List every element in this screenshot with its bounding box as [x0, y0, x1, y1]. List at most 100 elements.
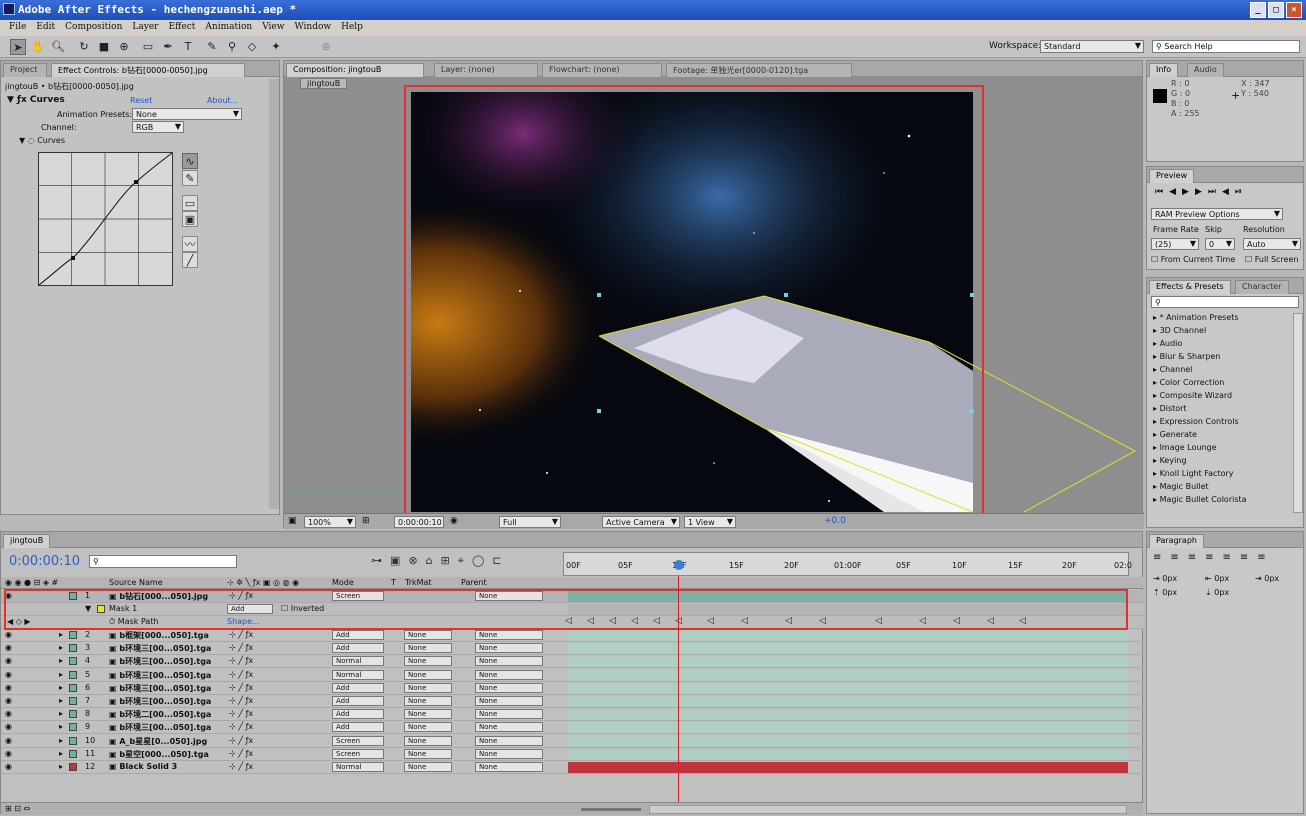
- rectangle-tool-icon[interactable]: ▭: [140, 39, 156, 55]
- trkmat-dropdown[interactable]: None: [404, 630, 452, 640]
- effects-item[interactable]: ▸ 3D Channel: [1149, 326, 1291, 339]
- layer-duration-bar[interactable]: [568, 722, 1128, 734]
- type-tool-icon[interactable]: T: [180, 39, 196, 55]
- curve-tool-icon[interactable]: ∿: [182, 153, 198, 169]
- fx-switch-icon[interactable]: ⊹ ╱ ƒx: [229, 749, 253, 758]
- mode-dropdown[interactable]: Add: [332, 696, 384, 706]
- zoom-dropdown[interactable]: 100% ▼: [304, 516, 356, 528]
- eye-icon[interactable]: ◉: [5, 683, 12, 692]
- camera-dropdown[interactable]: Active Camera ▼: [602, 516, 680, 528]
- snapshot-icon[interactable]: ▣: [288, 516, 297, 526]
- mode-dropdown[interactable]: Normal: [332, 656, 384, 667]
- parent-dropdown[interactable]: None: [475, 669, 543, 680]
- layer-color-label[interactable]: [69, 670, 77, 679]
- alignment-buttons[interactable]: ≡≡≡≡≡≡≡: [1153, 552, 1275, 563]
- expand-arrow-icon[interactable]: ▸: [59, 670, 63, 679]
- layer-name[interactable]: ▣ b环境三[00...050].tga: [109, 683, 211, 694]
- layer-name[interactable]: ▣ b环境三[00...050].tga: [109, 643, 211, 654]
- mode-dropdown[interactable]: Add: [332, 643, 384, 654]
- layer-color-label[interactable]: [69, 631, 77, 639]
- layer-row[interactable]: ◉ ▸ 7 ▣ b环境三[00...050].tga ⊹ ╱ ƒx Add None None: [1, 695, 1143, 708]
- layer-row[interactable]: ◉ ▸ 8 ▣ b环境二[00...050].tga ⊹ ╱ ƒx Add None None: [1, 708, 1143, 722]
- linear-icon[interactable]: ╱: [182, 252, 198, 268]
- workspace-dropdown[interactable]: Standard ▼: [1040, 40, 1144, 53]
- menu-help[interactable]: Help: [336, 20, 368, 36]
- layer-row[interactable]: ◉ ▸ 2 ▣ b框架[000...050].tga ⊹ ╱ ƒx Add None None: [1, 629, 1143, 642]
- pan-behind-tool-icon[interactable]: ⊕: [116, 39, 132, 55]
- mode-dropdown[interactable]: Add: [332, 709, 384, 720]
- fx-switch-icon[interactable]: ⊹ ╱ ƒx: [229, 762, 253, 771]
- rotate-tool-icon[interactable]: ↻: [76, 39, 92, 55]
- layer-name[interactable]: ▣ b环境三[00...050].tga: [109, 722, 211, 733]
- menu-layer[interactable]: Layer: [127, 20, 163, 36]
- fx-switch-icon[interactable]: ⊹ ╱ ƒx: [229, 709, 253, 718]
- layer-name[interactable]: ▣ b环境二[00...050].tga: [109, 709, 211, 720]
- comp-viewer[interactable]: [284, 83, 1144, 515]
- axis-mode-icon[interactable]: ⊛: [318, 39, 334, 55]
- panel-scrollbar[interactable]: [269, 79, 279, 509]
- parent-dropdown[interactable]: None: [475, 762, 543, 772]
- layer-row[interactable]: ◉ ▸ 4 ▣ b环境三[00...050].tga ⊹ ╱ ƒx Normal None N…: [1, 655, 1143, 669]
- expand-arrow-icon[interactable]: ▸: [59, 683, 63, 692]
- header-mode[interactable]: Mode: [332, 578, 354, 587]
- layer-name[interactable]: ▣ b星空[000...050].tga: [109, 749, 209, 760]
- layer-duration-bar[interactable]: [568, 748, 1128, 760]
- indent-first[interactable]: ⇥ 0px: [1255, 574, 1279, 583]
- eye-icon[interactable]: ◉: [5, 630, 12, 639]
- smooth-icon[interactable]: 〰: [182, 236, 198, 252]
- fx-switch-icon[interactable]: ⊹ ╱ ƒx: [229, 696, 253, 705]
- expand-arrow-icon[interactable]: ▸: [59, 736, 63, 745]
- mode-dropdown[interactable]: Normal: [332, 669, 384, 680]
- views-dropdown[interactable]: 1 View ▼: [684, 516, 736, 528]
- fx-switch-icon[interactable]: ⊹ ╱ ƒx: [229, 670, 253, 679]
- tab-character[interactable]: Character: [1235, 280, 1289, 294]
- header-source-name[interactable]: Source Name: [109, 578, 163, 587]
- mode-dropdown[interactable]: Add: [332, 682, 384, 693]
- expand-arrow-icon[interactable]: ▸: [59, 643, 63, 652]
- effects-item[interactable]: ▸ Magic Bullet: [1149, 482, 1291, 495]
- open-file-icon[interactable]: ▭: [182, 195, 198, 211]
- trkmat-dropdown[interactable]: None: [404, 735, 452, 746]
- trkmat-dropdown[interactable]: None: [404, 722, 452, 733]
- pencil-tool-icon[interactable]: ✎: [182, 170, 198, 186]
- mode-dropdown[interactable]: Screen: [332, 735, 384, 746]
- expand-arrow-icon[interactable]: ▸: [59, 656, 63, 665]
- layer-color-label[interactable]: [69, 657, 77, 666]
- zoom-slider[interactable]: [581, 808, 641, 811]
- layer-row[interactable]: ◉ ▸ 9 ▣ b环境三[00...050].tga ⊹ ╱ ƒx Add None None: [1, 721, 1143, 735]
- fx-switch-icon[interactable]: ⊹ ╱ ƒx: [229, 630, 253, 639]
- layer-duration-bar[interactable]: [568, 682, 1128, 694]
- hand-tool-icon[interactable]: ✋: [30, 39, 46, 55]
- expand-arrow-icon[interactable]: ▸: [59, 696, 63, 705]
- puppet-pin-tool-icon[interactable]: ✦: [268, 39, 284, 55]
- layer-duration-bar[interactable]: [568, 669, 1128, 681]
- grid-icon[interactable]: ⊞: [362, 516, 370, 526]
- layer-duration-bar[interactable]: [568, 709, 1128, 721]
- eraser-tool-icon[interactable]: ◇: [244, 39, 260, 55]
- about-link[interactable]: About...: [207, 96, 238, 105]
- layer-row[interactable]: ◉ ▸ 10 ▣ A_b星星[0...050].jpg ⊹ ╱ ƒx Screen None…: [1, 735, 1143, 748]
- layer-row[interactable]: ◉ ▸ 11 ▣ b星空[000...050].tga ⊹ ╱ ƒx Screen None…: [1, 748, 1143, 761]
- tab-footage[interactable]: Footage: 单独光er[0000-0120].tga: [666, 63, 852, 77]
- effects-item[interactable]: ▸ * Animation Presets: [1149, 313, 1291, 326]
- eye-icon[interactable]: ◉: [5, 762, 12, 771]
- layer-duration-bar[interactable]: [568, 643, 1128, 655]
- resolution-dropdown[interactable]: Full ▼: [499, 516, 561, 528]
- parent-dropdown[interactable]: None: [475, 682, 543, 693]
- eye-icon[interactable]: ◉: [5, 736, 12, 745]
- expand-arrow-icon[interactable]: ▸: [59, 749, 63, 758]
- effects-search-field[interactable]: ⚲: [1151, 296, 1299, 308]
- ram-preview-dropdown[interactable]: RAM Preview Options ▼: [1151, 208, 1283, 220]
- trkmat-dropdown[interactable]: None: [404, 643, 452, 654]
- layer-color-label[interactable]: [69, 736, 77, 745]
- mode-dropdown[interactable]: Add: [332, 722, 384, 733]
- mode-dropdown[interactable]: Add: [332, 630, 384, 640]
- eye-icon[interactable]: ◉: [5, 749, 12, 758]
- effects-item[interactable]: ▸ Composite Wizard: [1149, 391, 1291, 404]
- parent-dropdown[interactable]: None: [475, 656, 543, 667]
- layer-name[interactable]: ▣ A_b星星[0...050].jpg: [109, 736, 207, 747]
- curves-section[interactable]: ▼ ◌ Curves: [19, 136, 65, 145]
- indent-left[interactable]: ⇥ 0px: [1153, 574, 1177, 583]
- effects-item[interactable]: ▸ Color Correction: [1149, 378, 1291, 391]
- tab-timeline[interactable]: jingtouB: [3, 534, 51, 548]
